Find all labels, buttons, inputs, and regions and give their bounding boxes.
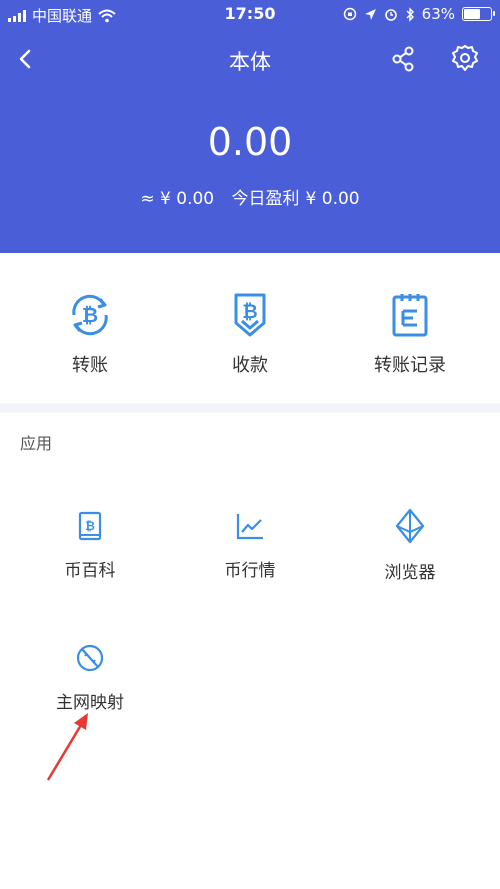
alarm-icon xyxy=(384,9,397,21)
battery-fill xyxy=(464,9,480,19)
coin-wiki-label: 币百科 xyxy=(64,561,116,581)
receive-button[interactable]: ₿ 收款 xyxy=(170,291,330,377)
svg-text:₿: ₿ xyxy=(242,301,257,323)
transfer-button[interactable]: ₿ 转账 xyxy=(10,291,170,377)
battery-percent: 63% xyxy=(421,5,455,23)
coin-market-app[interactable]: 币行情 xyxy=(190,510,310,581)
battery-icon xyxy=(462,7,495,21)
svg-text:₿: ₿ xyxy=(82,303,98,327)
nav-bar: 本体 xyxy=(0,38,500,82)
clipboard-icon xyxy=(392,294,428,337)
apps-section-title: 应用 xyxy=(20,434,53,453)
coin-wiki-app[interactable]: ₿ 币百科 xyxy=(30,510,150,581)
sub-balance-row: ≈ ¥ 0.00 今日盈利 ¥ 0.00 xyxy=(0,184,500,209)
mainnet-icon xyxy=(76,644,104,672)
mainnet-mapping-app[interactable]: 主网映射 xyxy=(30,642,150,713)
chart-line-icon xyxy=(236,514,263,540)
section-divider xyxy=(0,403,500,413)
ethereum-icon xyxy=(395,508,425,544)
bitcoin-transfer-icon: ₿ xyxy=(72,294,108,336)
page-title: 本体 xyxy=(229,50,271,74)
transfer-history-label: 转账记录 xyxy=(374,355,446,376)
gear-icon[interactable] xyxy=(450,43,480,73)
share-icon[interactable] xyxy=(388,44,418,74)
bitcoin-receive-icon: ₿ xyxy=(234,293,266,337)
today-profit-value: ¥ 0.00 xyxy=(305,189,360,209)
svg-text:₿: ₿ xyxy=(85,519,95,533)
browser-app[interactable]: 浏览器 xyxy=(350,508,470,583)
status-bar: 中国联通 17:50 63% xyxy=(0,0,500,30)
location-icon xyxy=(364,8,376,20)
browser-label: 浏览器 xyxy=(384,563,436,583)
coin-market-label: 币行情 xyxy=(224,561,276,581)
status-right: 63% xyxy=(343,5,495,23)
approx-value: ≈ ¥ 0.00 xyxy=(140,189,215,209)
annotation-arrow xyxy=(46,713,88,781)
actions-panel: ₿ 转账 ₿ 收款 转账记录 xyxy=(0,253,500,403)
today-profit-label: 今日盈利 xyxy=(231,189,300,209)
transfer-label: 转账 xyxy=(72,355,108,376)
balance-amount: 0.00 xyxy=(207,120,293,164)
bluetooth-icon xyxy=(406,6,414,22)
receive-label: 收款 xyxy=(232,355,268,376)
transfer-history-button[interactable]: 转账记录 xyxy=(330,291,490,377)
coin-book-icon: ₿ xyxy=(78,511,102,541)
header-panel: 中国联通 17:50 63% 本体 0.00 ≈ ¥ 0.00 今日盈利 ¥ 0… xyxy=(0,0,500,253)
rotation-lock-icon xyxy=(343,7,356,21)
